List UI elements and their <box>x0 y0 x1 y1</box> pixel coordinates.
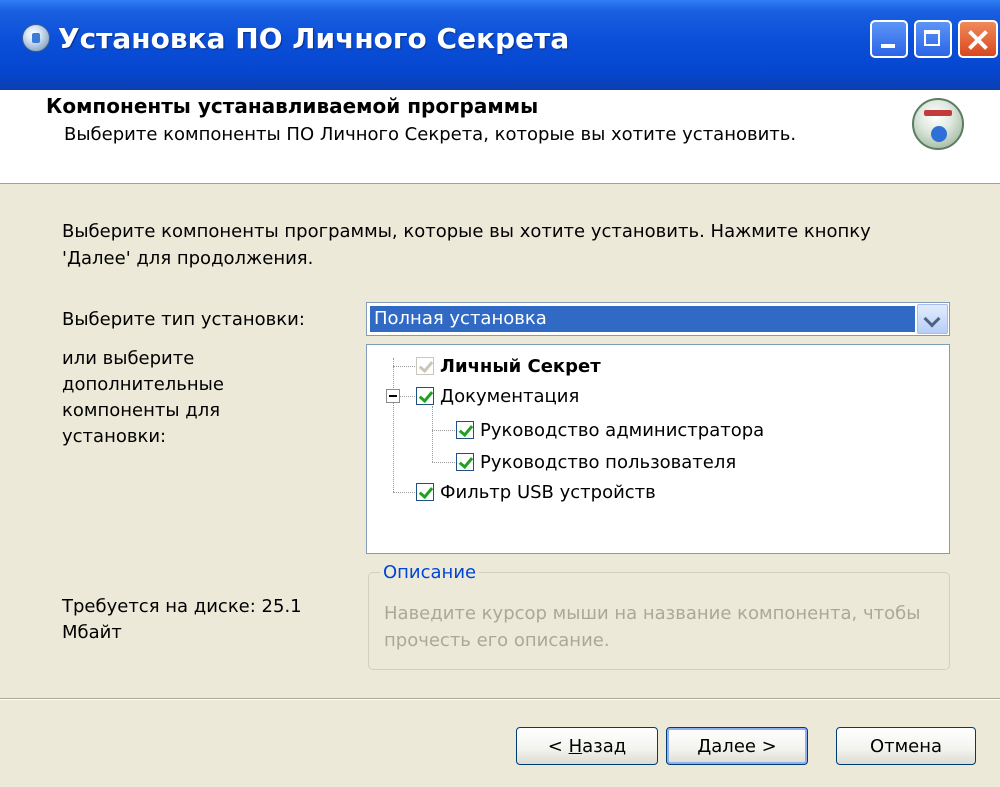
tree-connector-line <box>393 492 415 493</box>
title-bar[interactable]: Установка ПО Личного Секрета <box>0 0 1000 91</box>
description-title: Описание <box>380 562 480 583</box>
tree-connector-line <box>432 430 455 431</box>
maximize-button[interactable] <box>914 20 952 58</box>
checkbox-usb-filter[interactable] <box>416 483 434 501</box>
disk-label-icon <box>924 110 952 116</box>
install-type-select[interactable]: Полная установка <box>366 302 950 336</box>
tree-connector-line <box>400 396 415 397</box>
next-button[interactable]: Далее > <box>666 727 808 765</box>
checkbox-admin-guide[interactable] <box>456 421 474 439</box>
chevron-down-icon[interactable] <box>917 304 948 334</box>
install-type-label: Выберите тип установки: <box>62 309 305 330</box>
installer-window: Установка ПО Личного Секрета Компоненты … <box>0 0 1000 787</box>
component-item-lichny-sekret[interactable]: Личный Секрет <box>416 351 601 381</box>
component-label: Руководство пользователя <box>480 451 737 473</box>
window-title: Установка ПО Личного Секрета <box>58 22 570 55</box>
component-label: Документация <box>440 385 580 407</box>
tree-connector-line <box>432 406 433 462</box>
next-button-accelerator: Д <box>697 735 712 757</box>
collapse-toggle-icon[interactable] <box>386 389 400 403</box>
tree-connector-line <box>393 358 394 492</box>
next-button-label: алее > <box>711 735 777 757</box>
tree-connector-line <box>432 462 455 463</box>
install-type-selected-value: Полная установка <box>370 306 915 332</box>
installer-app-icon <box>22 24 50 52</box>
component-item-documentation[interactable]: Документация <box>416 381 579 411</box>
component-item-admin-guide[interactable]: Руководство администратора <box>456 415 764 445</box>
back-button-accelerator: Н <box>568 735 583 757</box>
page-subtitle: Выберите компоненты ПО Личного Секрета, … <box>64 124 797 145</box>
download-arrow-icon <box>931 126 947 142</box>
back-button[interactable]: < Назад <box>516 727 658 765</box>
wizard-header: Компоненты устанавливаемой программы Выб… <box>0 90 1000 184</box>
footer-divider <box>0 698 1000 700</box>
component-item-usb-filter[interactable]: Фильтр USB устройств <box>416 477 656 507</box>
component-label: Личный Секрет <box>440 355 601 377</box>
checkbox-lichny-sekret <box>416 357 434 375</box>
back-button-prefix: < <box>547 735 569 757</box>
component-label: Руководство администратора <box>480 419 765 441</box>
cancel-button[interactable]: Отмена <box>836 727 976 765</box>
minimize-button[interactable] <box>870 20 908 58</box>
description-text: Наведите курсор мыши на название компоне… <box>384 603 921 651</box>
checkbox-user-guide[interactable] <box>456 453 474 471</box>
intro-text: Выберите компоненты программы, которые в… <box>62 221 871 269</box>
page-title: Компоненты устанавливаемой программы <box>46 94 539 118</box>
back-button-label: азад <box>582 735 627 757</box>
component-item-user-guide[interactable]: Руководство пользователя <box>456 447 736 477</box>
disk-space-required: Требуется на диске: 25.1 Мбайт <box>62 596 302 643</box>
installer-disk-icon <box>912 98 964 150</box>
component-label: Фильтр USB устройств <box>440 481 656 503</box>
checkbox-documentation[interactable] <box>416 387 434 405</box>
tree-connector-line <box>393 366 415 367</box>
close-button[interactable] <box>958 20 998 58</box>
components-label: или выберите дополнительные компоненты д… <box>62 348 224 447</box>
